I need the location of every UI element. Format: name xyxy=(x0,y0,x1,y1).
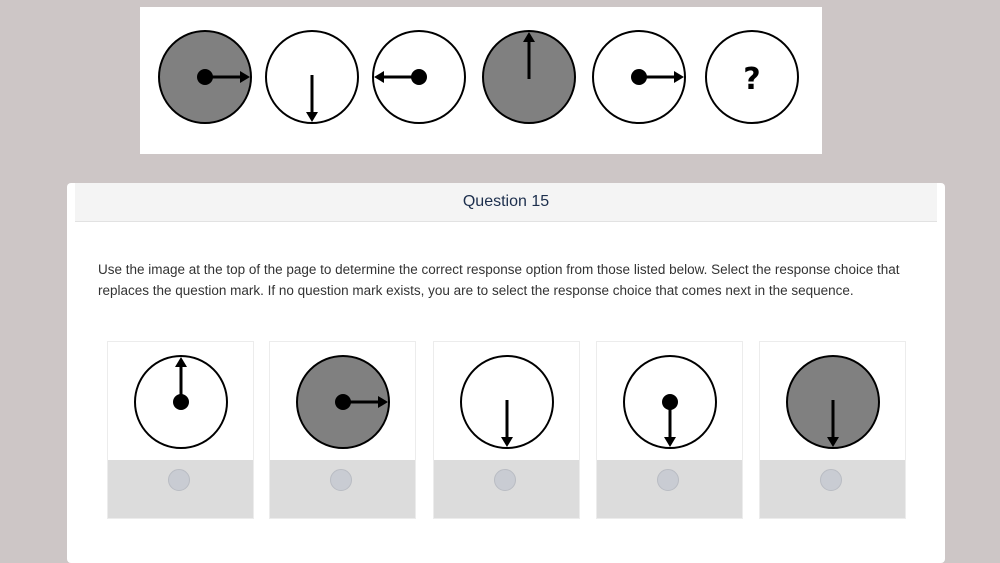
option-radio-3[interactable] xyxy=(494,469,516,491)
option-figure-1 xyxy=(134,355,228,449)
sequence-figure-1-center-dot xyxy=(197,69,213,85)
question-title: Question 15 xyxy=(462,193,550,210)
response-option-5[interactable] xyxy=(759,341,906,519)
sequence-image: ? xyxy=(140,7,822,154)
option-radio-row-5[interactable] xyxy=(760,460,905,518)
option-radio-row-3[interactable] xyxy=(434,460,579,518)
option-figure-1-center-dot xyxy=(173,394,189,410)
sequence-figure-5-center-dot xyxy=(631,69,647,85)
response-option-3[interactable] xyxy=(433,341,580,519)
sequence-figure-5 xyxy=(592,30,686,124)
option-figure-2-center-dot xyxy=(335,394,351,410)
option-radio-4[interactable] xyxy=(657,469,679,491)
option-radio-row-4[interactable] xyxy=(597,460,742,518)
response-option-1[interactable] xyxy=(107,341,254,519)
sequence-figure-3-center-dot xyxy=(411,69,427,85)
option-radio-2[interactable] xyxy=(330,469,352,491)
option-radio-1[interactable] xyxy=(168,469,190,491)
sequence-figure-3 xyxy=(372,30,466,124)
sequence-figure-4 xyxy=(482,30,576,124)
sequence-figure-2 xyxy=(265,30,359,124)
question-instructions: Use the image at the top of the page to … xyxy=(98,262,900,298)
sequence-figure-1 xyxy=(158,30,252,124)
option-figure-4 xyxy=(623,355,717,449)
question-mark-figure: ? xyxy=(705,30,799,124)
option-figure-2 xyxy=(296,355,390,449)
sequence-figures: ? xyxy=(158,30,799,124)
option-radio-row-2[interactable] xyxy=(270,460,415,518)
response-option-2[interactable] xyxy=(269,341,416,519)
option-figure-3 xyxy=(460,355,554,449)
option-radio-row-1[interactable] xyxy=(108,460,253,518)
question-header: Question 15 xyxy=(75,183,937,222)
response-option-4[interactable] xyxy=(596,341,743,519)
option-figure-5 xyxy=(786,355,880,449)
option-radio-5[interactable] xyxy=(820,469,842,491)
question-card: Question 15 Use the image at the top of … xyxy=(67,183,945,563)
option-figure-4-center-dot xyxy=(662,394,678,410)
question-mark: ? xyxy=(743,62,760,97)
